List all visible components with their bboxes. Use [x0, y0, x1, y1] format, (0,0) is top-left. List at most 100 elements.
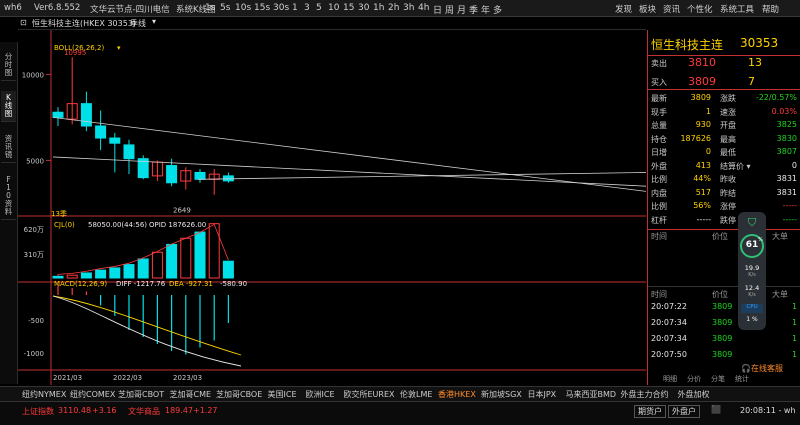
buy-qty: 7 — [748, 75, 755, 88]
exchange-tab-5[interactable]: 美国ICE — [268, 389, 297, 400]
period-button-9[interactable]: 15 — [343, 3, 354, 13]
period-button-2[interactable]: 10s — [235, 3, 251, 13]
candle-3[interactable] — [95, 110, 107, 151]
exchange-tab-14[interactable]: 外盘加权 — [678, 389, 710, 400]
exchange-tab-7[interactable]: 欧交所EUREX — [344, 389, 395, 400]
exchange-tab-9[interactable]: 香港HKEX — [438, 389, 476, 400]
sell-price[interactable]: 3810 — [688, 56, 716, 69]
period-button-13[interactable]: 3h — [403, 3, 414, 13]
exchange-tab-4[interactable]: 芝加哥CBOE — [216, 389, 262, 400]
exchange-tab-0[interactable]: 纽约NYMEX — [22, 389, 66, 400]
chevron-down-icon[interactable]: ▾ — [117, 44, 121, 52]
index1-name[interactable]: 上证指数 — [22, 406, 54, 417]
period-select[interactable]: 季线 — [130, 18, 146, 29]
menu-item-4[interactable]: 系统工具 — [720, 3, 754, 15]
chevron-down-icon[interactable]: ▾ — [152, 17, 156, 26]
quote-label: 比例 — [651, 202, 667, 211]
menu-item-0[interactable]: 发现 — [615, 3, 632, 15]
quote-value: ----- — [696, 214, 711, 224]
period-button-0[interactable]: 1s — [205, 3, 215, 13]
left-tab-3[interactable]: F10资料 — [1, 173, 16, 220]
exchange-tab-2[interactable]: 芝加哥CBOT — [118, 389, 164, 400]
futures-account-button[interactable]: 期货户 — [634, 405, 666, 418]
period-button-3[interactable]: 15s — [254, 3, 270, 13]
left-tab-1[interactable]: K线图 — [1, 91, 16, 122]
period-button-5[interactable]: 1 — [292, 3, 298, 13]
exchange-tab-12[interactable]: 马来西亚BMD — [566, 389, 617, 400]
menu-item-3[interactable]: 个性化 — [687, 3, 713, 15]
period-button-12[interactable]: 2h — [388, 3, 399, 13]
period-button-20[interactable]: 多 — [493, 3, 502, 16]
menu-item-5[interactable]: 帮助 — [762, 3, 779, 15]
period-button-7[interactable]: 5 — [316, 3, 322, 13]
kline-chart[interactable]: 100005000BOLL(26,26,2) ▾10995264913季CJL(0… — [18, 30, 646, 385]
menu-item-1[interactable]: 板块 — [639, 3, 656, 15]
volume-bar-6 — [137, 258, 149, 279]
detail-tab-0[interactable]: 明细 — [663, 374, 677, 384]
online-service-link[interactable]: 🎧在线客服 — [741, 363, 783, 374]
candle-4[interactable] — [109, 132, 121, 173]
buy-price[interactable]: 3809 — [688, 75, 716, 88]
exchange-tab-13[interactable]: 外盘主力合约 — [621, 389, 669, 400]
alarm-icon[interactable]: ⬛ — [711, 405, 721, 414]
period-button-8[interactable]: 10 — [328, 3, 339, 13]
exchange-tab-3[interactable]: 芝加哥CME — [170, 389, 212, 400]
volume-bar-11 — [208, 223, 220, 279]
candle-9[interactable] — [180, 167, 192, 190]
menu-item-2[interactable]: 资讯 — [663, 3, 680, 15]
candle-7[interactable] — [151, 160, 163, 182]
candle-5[interactable] — [123, 139, 135, 175]
detail-tab-3[interactable]: 统计 — [735, 374, 749, 384]
period-button-16[interactable]: 周 — [445, 3, 454, 16]
candle-1[interactable] — [66, 57, 78, 125]
network-gauge[interactable]: ⛉ 61 % 19.9 K/s 12.4 K/s CPU 1 % — [738, 212, 766, 330]
trade-time: 20:07:34 — [651, 318, 687, 327]
candle-10[interactable] — [194, 169, 206, 183]
quote-label: 昨收 — [720, 175, 736, 184]
exchange-tab-8[interactable]: 伦敦LME — [400, 389, 432, 400]
detail-tab-1[interactable]: 分价 — [687, 374, 701, 384]
shield-icon: ⛉ — [747, 216, 757, 229]
left-tab-2[interactable]: 资讯镜 — [1, 132, 16, 163]
candle-11[interactable] — [208, 169, 220, 195]
date-tick-1: 2022/03 — [113, 374, 142, 382]
exchange-tab-1[interactable]: 纽约COMEX — [70, 389, 115, 400]
exchange-tab-6[interactable]: 欧洲ICE — [306, 389, 335, 400]
index2-name[interactable]: 文华商品 — [128, 406, 160, 417]
quote-label: 现手 — [651, 107, 667, 117]
quote-value: 0 — [791, 160, 797, 170]
period-button-17[interactable]: 月 — [457, 3, 466, 16]
volume-bar-2 — [80, 272, 92, 279]
quote-label[interactable]: 结算价 ▾ — [720, 161, 751, 172]
period-button-4[interactable]: 30s — [273, 3, 289, 13]
left-tab-0[interactable]: 分时图 — [1, 50, 16, 81]
boll-mid-line — [52, 117, 646, 192]
exchange-tab-10[interactable]: 新加坡SGX — [481, 389, 522, 400]
volume-bar-9 — [180, 237, 192, 279]
candle-12[interactable] — [222, 172, 234, 183]
volume-bar-0 — [52, 275, 64, 279]
trade-time: 20:07:50 — [651, 350, 687, 359]
trade-header-3: 大单 — [772, 232, 788, 241]
period-button-15[interactable]: 日 — [433, 3, 442, 16]
period-button-19[interactable]: 年 — [481, 3, 490, 16]
period-button-1[interactable]: 5s — [220, 3, 230, 13]
detail-tab-2[interactable]: 分笔 — [711, 374, 725, 384]
period-button-18[interactable]: 季 — [469, 3, 478, 16]
quote-label: 速涨 — [720, 107, 736, 117]
exchange-tab-11[interactable]: 日本JPX — [528, 389, 557, 400]
period-button-14[interactable]: 4h — [418, 3, 429, 13]
quote-value: 1 — [705, 106, 711, 116]
candle-2[interactable] — [80, 91, 92, 132]
quote-label: 持仓 — [651, 134, 667, 144]
period-button-11[interactable]: 1h — [373, 3, 384, 13]
period-button-6[interactable]: 3 — [304, 3, 310, 13]
node-label[interactable]: 文华云节点-四川电信 — [90, 3, 170, 15]
candle-6[interactable] — [137, 155, 149, 180]
diff-line — [52, 295, 242, 367]
external-account-button[interactable]: 外盘户 — [668, 405, 700, 418]
volume-bar-7 — [151, 251, 163, 279]
trade-price: 3809 — [712, 318, 733, 327]
candle-0[interactable] — [52, 107, 64, 126]
period-button-10[interactable]: 30 — [358, 3, 369, 13]
